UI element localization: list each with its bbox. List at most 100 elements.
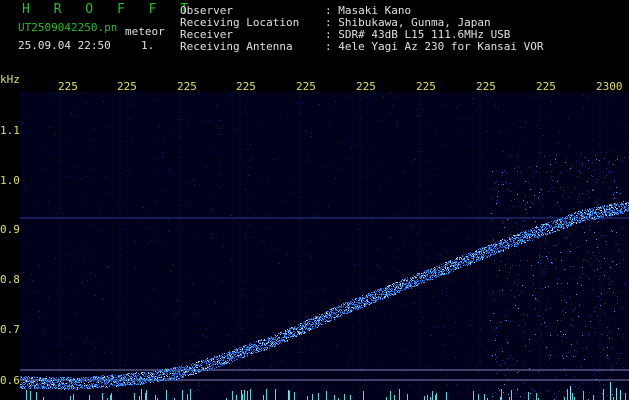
noise-pixel <box>101 336 102 337</box>
trace-pixel <box>150 382 151 383</box>
trace-pixel <box>118 382 119 383</box>
trace-pixel <box>338 316 339 317</box>
trace-pixel <box>446 270 447 271</box>
noise-pixel <box>232 368 233 369</box>
trace-pixel <box>359 302 360 303</box>
trace-pixel <box>79 388 80 389</box>
noise-pixel <box>551 184 552 185</box>
trace-pixel <box>412 286 413 287</box>
trace-pixel <box>82 387 83 388</box>
noise-pixel <box>212 234 213 235</box>
noise-pixel <box>245 236 246 237</box>
noise-pixel <box>168 346 169 347</box>
trace-pixel <box>227 358 228 359</box>
trace-pixel <box>205 361 206 362</box>
trace-pixel <box>81 384 82 385</box>
trace-pixel <box>178 372 179 373</box>
trace-pixel <box>256 348 257 349</box>
noise-pixel <box>192 180 193 181</box>
trace-pixel <box>64 384 65 385</box>
trace-pixel <box>283 340 284 341</box>
trace-pixel <box>328 321 329 322</box>
trace-pixel <box>255 347 256 348</box>
trace-pixel <box>430 279 431 280</box>
trace-pixel <box>258 347 259 348</box>
trace-pixel <box>131 380 132 381</box>
trace-pixel <box>166 375 167 376</box>
noise-pixel <box>427 367 428 368</box>
trace-pixel <box>286 336 287 337</box>
trace-pixel <box>334 313 335 314</box>
trace-pixel <box>88 379 89 380</box>
trace-pixel <box>29 386 30 387</box>
noise-pixel <box>76 116 77 117</box>
noise-pixel <box>220 128 221 129</box>
trace-pixel <box>200 371 201 372</box>
trace-pixel <box>430 276 431 277</box>
trace-pixel <box>269 338 270 339</box>
trace-pixel <box>207 370 208 371</box>
trace-pixel <box>178 371 179 372</box>
trace-pixel <box>405 279 406 280</box>
trace-pixel <box>307 329 308 330</box>
trace-pixel <box>77 388 78 389</box>
trace-pixel <box>387 290 388 291</box>
trace-pixel <box>215 357 216 358</box>
trace-pixel <box>473 253 474 254</box>
noise-pixel <box>108 266 109 267</box>
noise-pixel <box>462 133 463 134</box>
trace-pixel <box>197 367 198 368</box>
trace-pixel <box>254 342 255 343</box>
noise-pixel <box>578 115 579 116</box>
trace-pixel <box>151 373 152 374</box>
noise-pixel <box>456 337 457 338</box>
trace-pixel <box>166 371 167 372</box>
trace-pixel <box>360 308 361 309</box>
trace-pixel <box>305 329 306 330</box>
trace-pixel <box>339 316 340 317</box>
trace-pixel <box>347 303 348 304</box>
trace-pixel <box>307 320 308 321</box>
noise-pixel <box>164 138 165 139</box>
trace-pixel <box>173 371 174 372</box>
trace-pixel <box>157 381 158 382</box>
trace-pixel <box>477 256 478 257</box>
noise-pixel <box>348 249 349 250</box>
noise-pixel <box>250 381 251 382</box>
trace-pixel <box>180 374 181 375</box>
trace-pixel <box>427 270 428 271</box>
noise-pixel <box>323 288 324 289</box>
noise-pixel <box>57 323 58 324</box>
trace-pixel <box>281 343 282 344</box>
trace-pixel <box>177 376 178 377</box>
trace-pixel <box>234 354 235 355</box>
trace-pixel <box>337 310 338 311</box>
trace-pixel <box>244 354 245 355</box>
trace-pixel <box>185 374 186 375</box>
trace-pixel <box>48 381 49 382</box>
trace-pixel <box>385 289 386 290</box>
noise-pixel <box>380 356 381 357</box>
trace-pixel <box>284 340 285 341</box>
trace-pixel <box>88 377 89 378</box>
noise-pixel <box>75 147 76 148</box>
noise-pixel <box>446 295 447 296</box>
trace-pixel <box>372 300 373 301</box>
trace-pixel <box>131 378 132 379</box>
noise-pixel <box>566 157 567 158</box>
noise-pixel <box>210 209 211 210</box>
trace-pixel <box>52 388 53 389</box>
noise-pixel <box>519 201 520 202</box>
noise-pixel <box>298 102 299 103</box>
trace-pixel <box>137 379 138 380</box>
trace-pixel <box>322 316 323 317</box>
noise-pixel <box>450 219 451 220</box>
trace-pixel <box>349 304 350 305</box>
noise-pixel <box>274 362 275 363</box>
noise-pixel <box>495 328 496 329</box>
trace-pixel <box>148 379 149 380</box>
trace-pixel <box>82 388 83 389</box>
trace-pixel <box>179 371 180 372</box>
trace-pixel <box>228 358 229 359</box>
noise-pixel <box>498 108 499 109</box>
